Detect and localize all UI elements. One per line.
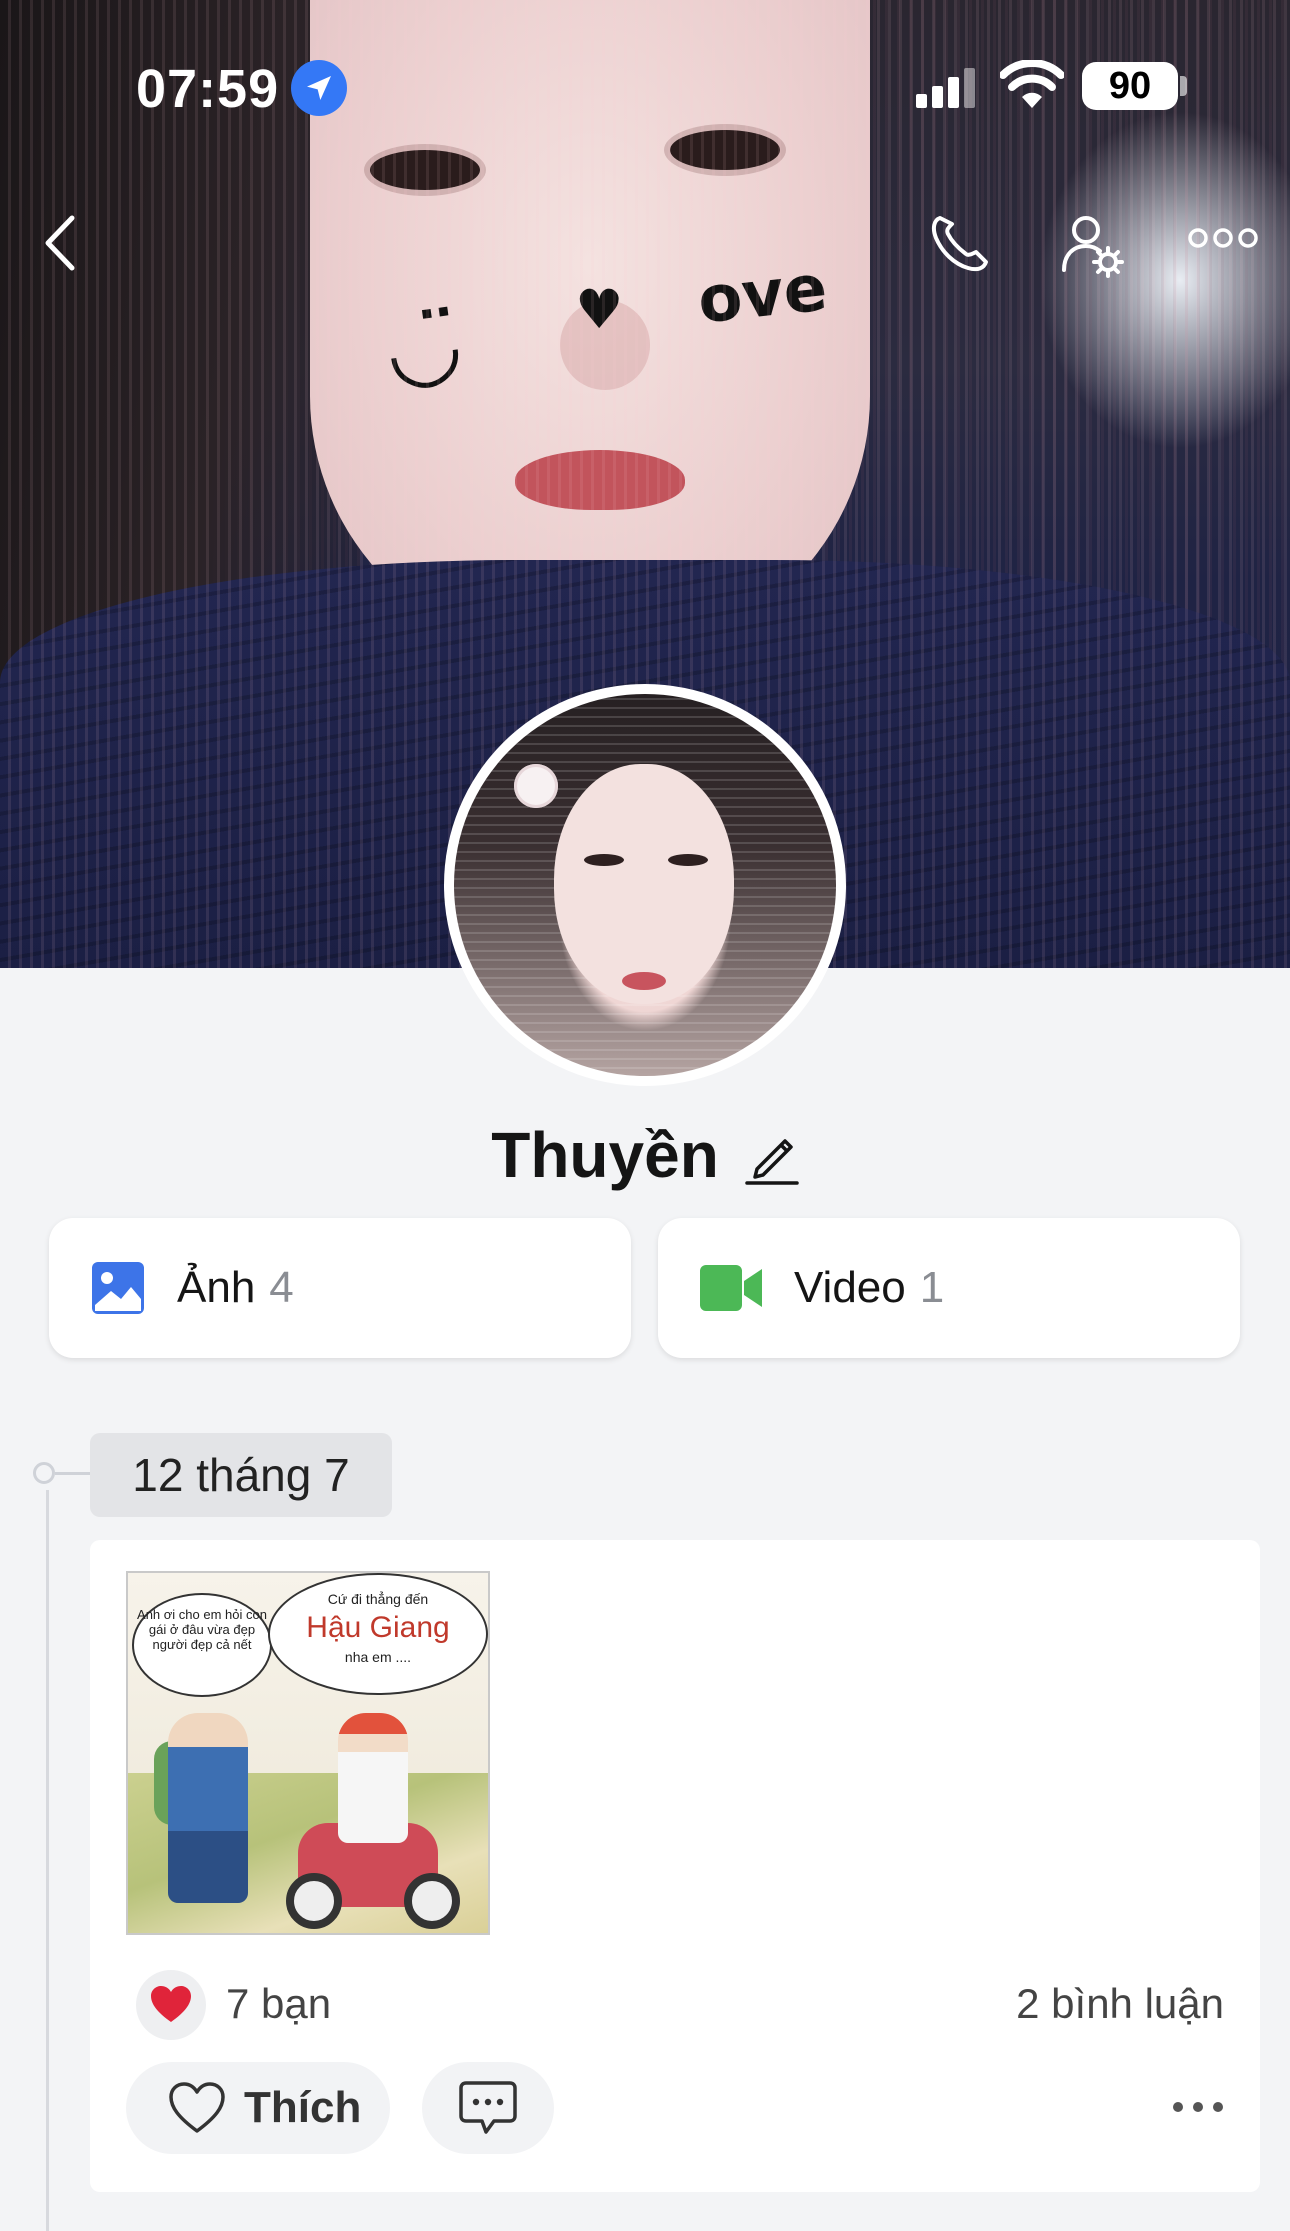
profile-name-row: Thuyền [0, 1118, 1290, 1192]
comment-count[interactable]: 2 bình luận [1016, 1980, 1224, 2028]
timeline-connector [55, 1472, 91, 1475]
post-image-wheel-back [404, 1873, 460, 1929]
back-chevron-icon[interactable] [38, 212, 82, 274]
bubble-right-bottom: nha em .... [344, 1649, 412, 1665]
post-more-icon[interactable] [1172, 2100, 1224, 2114]
battery-icon: 90 [1082, 62, 1178, 110]
reaction-heart-badge[interactable] [136, 1970, 206, 2040]
timeline-line [46, 1490, 49, 2231]
timeline-date: 12 tháng 7 [90, 1433, 392, 1517]
like-button[interactable]: Thích [126, 2062, 390, 2154]
post-image-wheel-front [286, 1873, 342, 1929]
heart-reaction-icon [151, 1986, 191, 2022]
post-image-bubble-right: Cứ đi thẳng đến Hậu Giang nha em .... [268, 1573, 488, 1695]
wifi-icon [1000, 60, 1064, 108]
videos-label: Video [794, 1263, 906, 1312]
timeline-dot [33, 1462, 55, 1484]
status-time: 07:59 [136, 59, 280, 119]
post-image[interactable]: Anh ơi cho em hỏi con gái ở đâu vừa đẹp … [126, 1571, 490, 1935]
post-card: Anh ơi cho em hỏi con gái ở đâu vừa đẹp … [90, 1540, 1260, 2192]
avatar-eye-right [668, 854, 708, 866]
battery-tip [1180, 76, 1187, 96]
videos-card[interactable]: Video 1 [658, 1218, 1240, 1358]
comment-button[interactable] [422, 2062, 554, 2154]
photo-icon [92, 1262, 144, 1314]
more-dots-icon[interactable] [1188, 226, 1258, 250]
avatar-eye-left [584, 854, 624, 866]
photos-count: 4 [269, 1263, 294, 1312]
like-label: Thích [244, 2083, 362, 2132]
photos-label: Ảnh [177, 1263, 256, 1312]
pencil-icon[interactable] [745, 1125, 799, 1185]
avatar[interactable] [444, 684, 846, 1086]
video-camera-icon [700, 1265, 762, 1311]
reaction-count[interactable]: 7 bạn [226, 1980, 331, 2028]
avatar-face [554, 764, 734, 1004]
avatar-lips [622, 972, 666, 990]
profile-settings-icon[interactable] [1060, 212, 1126, 278]
bubble-right-top: Cứ đi thẳng đến [327, 1591, 429, 1607]
status-bar: 07:59 90 [0, 0, 1290, 176]
phone-icon[interactable] [926, 212, 992, 274]
comment-bubble-icon [459, 2081, 517, 2134]
cellular-signal-icon [916, 68, 975, 108]
heart-outline-icon [169, 2082, 225, 2133]
post-image-rider [338, 1713, 408, 1843]
bubble-right-big: Hậu Giang [306, 1611, 450, 1644]
bunny-hairclip-icon [514, 764, 558, 808]
videos-count: 1 [919, 1263, 945, 1312]
avatar-photo [454, 694, 836, 1076]
profile-name: Thuyền [491, 1119, 719, 1191]
location-arrow-icon [291, 60, 347, 116]
post-image-bubble-left: Anh ơi cho em hỏi con gái ở đâu vừa đẹp … [132, 1593, 272, 1697]
photos-card[interactable]: Ảnh 4 [49, 1218, 631, 1358]
post-image-boy [168, 1713, 248, 1903]
